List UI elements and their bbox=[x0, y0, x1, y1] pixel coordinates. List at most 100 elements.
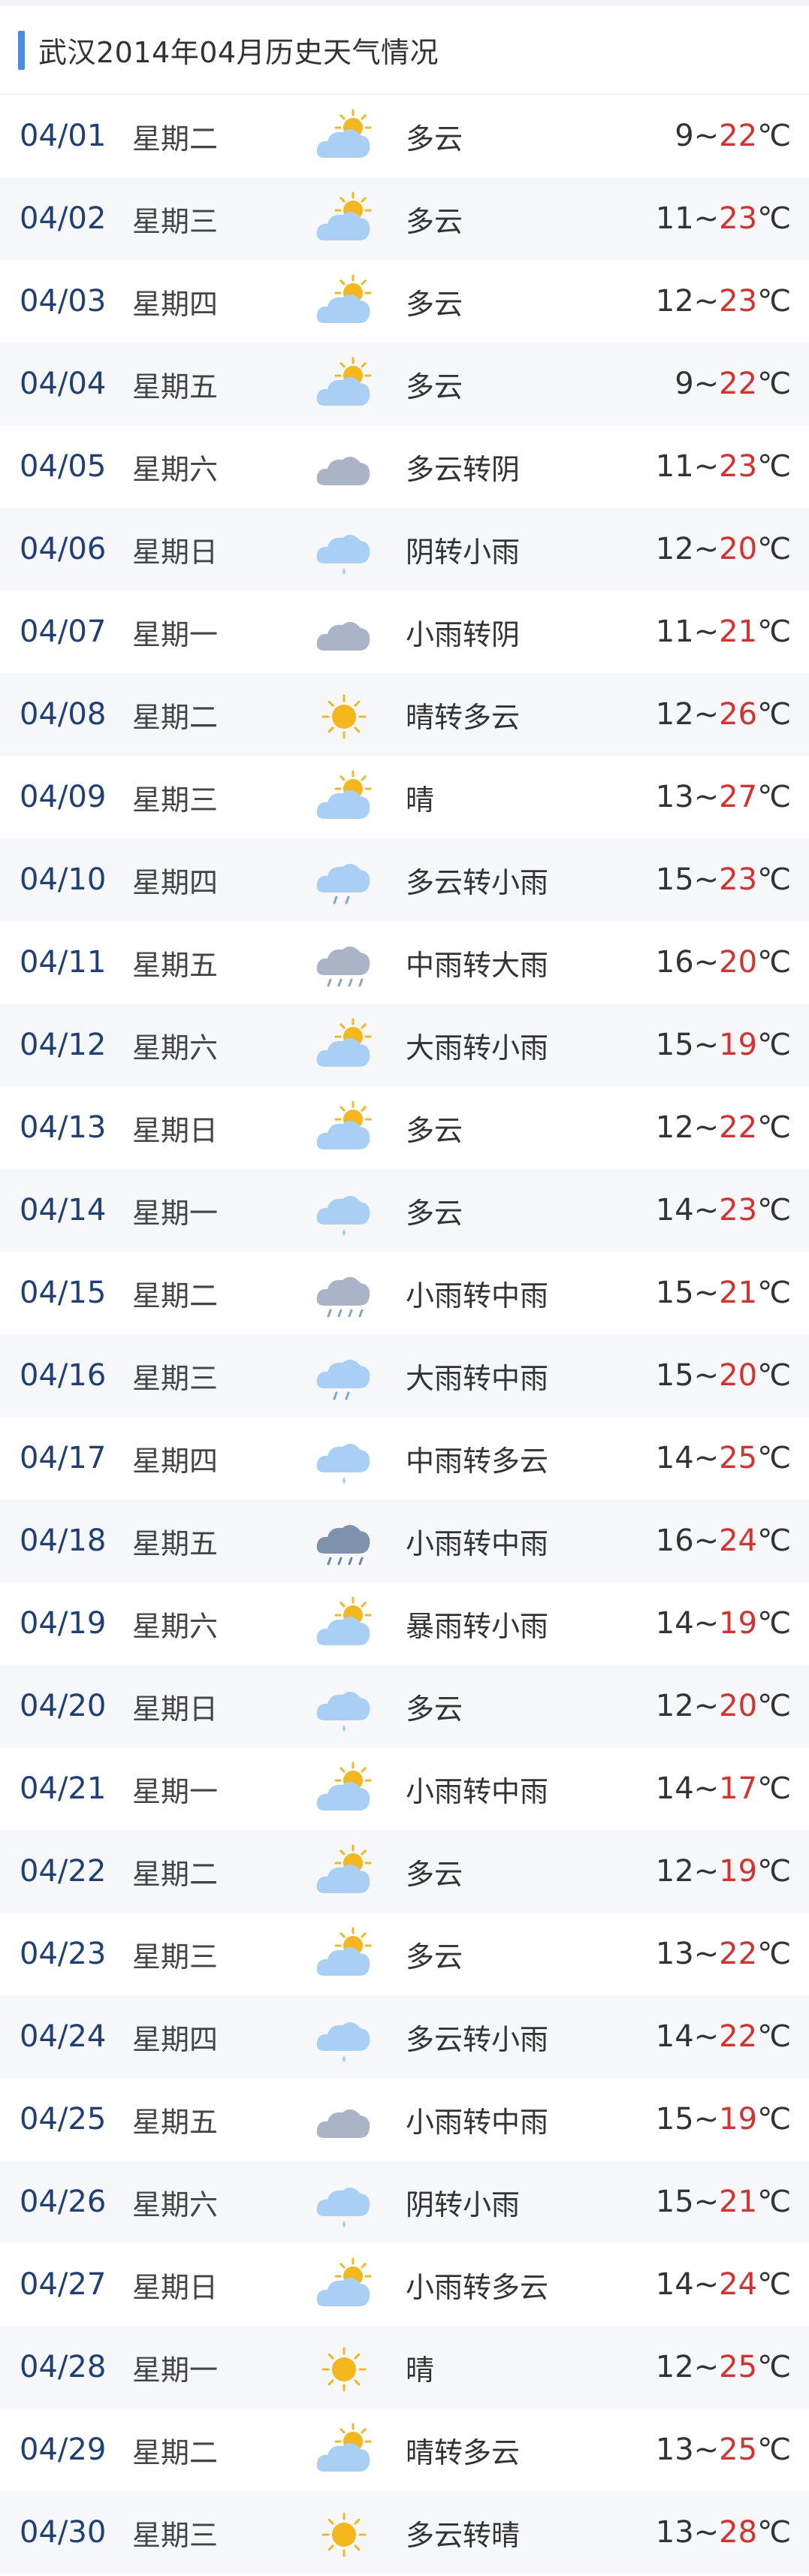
day-row[interactable]: 04/11 星期五 中雨转大雨 16~20℃ bbox=[0, 921, 809, 1004]
day-row[interactable]: 04/09 星期三 晴 13~27℃ bbox=[0, 756, 809, 838]
day-row[interactable]: 04/03 星期四 多云 12~23℃ bbox=[0, 260, 809, 343]
temp-sep: ~ bbox=[693, 532, 720, 566]
temp-high: 19 bbox=[719, 1854, 758, 1889]
temp-low: 15 bbox=[655, 2185, 694, 2219]
day-row[interactable]: 04/15 星期二 小雨转中雨 15~21℃ bbox=[0, 1252, 809, 1334]
day-row[interactable]: 04/08 星期二 晴转多云 12~26℃ bbox=[0, 673, 809, 756]
temp-low: 15 bbox=[655, 2102, 694, 2137]
day-weather-desc: 小雨转中雨 bbox=[406, 1279, 549, 1312]
temp-sep: ~ bbox=[693, 2350, 720, 2384]
temp-sep: ~ bbox=[693, 2267, 720, 2302]
day-weather-desc: 小雨转多云 bbox=[406, 2270, 549, 2304]
day-weekday: 星期三 bbox=[132, 2518, 219, 2552]
day-weekday: 星期五 bbox=[132, 1527, 219, 1560]
temp-unit: ℃ bbox=[757, 284, 791, 319]
day-temperature: 12~25℃ bbox=[656, 2350, 791, 2384]
day-row[interactable]: 04/25 星期五 小雨转中雨 15~19℃ bbox=[0, 2078, 809, 2161]
moderate-rain-icon bbox=[314, 1348, 374, 1408]
day-row[interactable]: 04/07 星期一 小雨转阴 11~21℃ bbox=[0, 590, 809, 673]
day-weekday: 星期五 bbox=[132, 370, 219, 403]
day-row[interactable]: 04/21 星期一 小雨转中雨 14~17℃ bbox=[0, 1747, 809, 1830]
day-row[interactable]: 04/06 星期日 阴转小雨 12~20℃ bbox=[0, 508, 809, 590]
day-row[interactable]: 04/27 星期日 小雨转多云 14~24℃ bbox=[0, 2243, 809, 2326]
day-date: 04/01 bbox=[20, 119, 107, 153]
temp-high: 22 bbox=[719, 367, 758, 401]
temp-unit: ℃ bbox=[757, 862, 791, 897]
light-rain-icon bbox=[314, 2009, 374, 2069]
day-weekday: 星期三 bbox=[132, 204, 219, 238]
day-row[interactable]: 04/02 星期三 多云 11~23℃ bbox=[0, 177, 809, 260]
day-row[interactable]: 04/04 星期五 多云 9~22℃ bbox=[0, 343, 809, 425]
day-date: 04/23 bbox=[20, 1937, 107, 1971]
day-date: 04/14 bbox=[20, 1193, 107, 1228]
day-row[interactable]: 04/24 星期四 多云转小雨 14~22℃ bbox=[0, 1995, 809, 2078]
day-temperature: 12~20℃ bbox=[656, 532, 791, 566]
day-row[interactable]: 04/30 星期三 多云转晴 13~28℃ bbox=[0, 2491, 809, 2574]
day-row[interactable]: 04/28 星期一 晴 12~25℃ bbox=[0, 2326, 809, 2408]
temp-high: 19 bbox=[719, 1028, 758, 1062]
temp-low: 13 bbox=[655, 2515, 694, 2550]
day-weekday: 星期二 bbox=[132, 1857, 219, 1891]
day-weekday: 星期六 bbox=[132, 1031, 219, 1065]
day-row[interactable]: 04/18 星期五 小雨转中雨 16~24℃ bbox=[0, 1499, 809, 1582]
partly-cloudy-icon bbox=[314, 108, 374, 168]
day-temperature: 12~22℃ bbox=[656, 1110, 791, 1145]
heavy-rain-icon bbox=[314, 1265, 374, 1325]
day-temperature: 15~21℃ bbox=[656, 1276, 791, 1310]
day-date: 04/12 bbox=[20, 1028, 107, 1062]
day-row[interactable]: 04/13 星期日 多云 12~22℃ bbox=[0, 1086, 809, 1169]
partly-cloudy-icon bbox=[314, 273, 374, 334]
day-date: 04/13 bbox=[20, 1110, 107, 1145]
day-temperature: 15~19℃ bbox=[656, 2102, 791, 2137]
day-row[interactable]: 04/22 星期二 多云 12~19℃ bbox=[0, 1830, 809, 1913]
temp-low: 11 bbox=[655, 201, 694, 236]
day-row[interactable]: 04/01 星期二 多云 9~22℃ bbox=[0, 95, 809, 177]
day-row[interactable]: 04/16 星期三 大雨转中雨 15~20℃ bbox=[0, 1334, 809, 1417]
day-row[interactable]: 04/26 星期六 阴转小雨 15~21℃ bbox=[0, 2161, 809, 2243]
day-row[interactable]: 04/20 星期日 多云 12~20℃ bbox=[0, 1665, 809, 1747]
temp-unit: ℃ bbox=[757, 1937, 791, 1971]
day-row[interactable]: 04/23 星期三 多云 13~22℃ bbox=[0, 1913, 809, 1995]
temp-sep: ~ bbox=[693, 2515, 720, 2550]
day-weather-desc: 多云 bbox=[406, 204, 463, 238]
day-row[interactable]: 04/29 星期二 晴转多云 13~25℃ bbox=[0, 2408, 809, 2491]
day-weather-desc: 多云转小雨 bbox=[406, 865, 549, 899]
day-weather-desc: 晴 bbox=[406, 2353, 435, 2387]
temp-sep: ~ bbox=[693, 284, 720, 319]
partly-cloudy-icon bbox=[314, 191, 374, 251]
temp-high: 22 bbox=[719, 119, 758, 153]
temp-sep: ~ bbox=[693, 862, 720, 897]
partly-cloudy-icon bbox=[314, 2422, 374, 2482]
day-row[interactable]: 04/19 星期六 暴雨转小雨 14~19℃ bbox=[0, 1582, 809, 1665]
day-temperature: 13~22℃ bbox=[656, 1937, 791, 1971]
day-row[interactable]: 04/12 星期六 大雨转小雨 15~19℃ bbox=[0, 1004, 809, 1086]
day-weekday: 星期一 bbox=[132, 618, 219, 651]
day-weather-desc: 多云 bbox=[406, 1113, 463, 1147]
partly-cloudy-icon bbox=[314, 1761, 374, 1821]
temp-high: 17 bbox=[719, 1771, 758, 1806]
day-row[interactable]: 04/05 星期六 多云转阴 11~23℃ bbox=[0, 425, 809, 508]
day-weather-desc: 晴转多云 bbox=[406, 2436, 521, 2469]
temp-unit: ℃ bbox=[757, 1276, 791, 1310]
day-weather-desc: 小雨转阴 bbox=[406, 618, 521, 651]
day-row[interactable]: 04/17 星期四 中雨转多云 14~25℃ bbox=[0, 1417, 809, 1499]
temp-low: 15 bbox=[655, 1028, 694, 1062]
temp-low: 15 bbox=[655, 1358, 694, 1393]
day-date: 04/09 bbox=[20, 780, 107, 814]
temp-high: 25 bbox=[719, 1441, 758, 1475]
day-weather-desc: 晴转多云 bbox=[406, 700, 521, 734]
day-temperature: 15~20℃ bbox=[656, 1358, 791, 1393]
day-date: 04/27 bbox=[20, 2267, 107, 2302]
temp-high: 26 bbox=[719, 697, 758, 732]
temp-sep: ~ bbox=[693, 945, 720, 980]
day-date: 04/22 bbox=[20, 1854, 107, 1889]
temp-low: 9 bbox=[675, 367, 694, 401]
partly-cloudy-icon bbox=[314, 1596, 374, 1656]
temp-high: 23 bbox=[719, 449, 758, 484]
temp-sep: ~ bbox=[693, 2102, 720, 2137]
day-weekday: 星期日 bbox=[132, 2270, 219, 2304]
day-date: 04/16 bbox=[20, 1358, 107, 1393]
day-row[interactable]: 04/14 星期一 多云 14~23℃ bbox=[0, 1169, 809, 1252]
day-row[interactable]: 04/10 星期四 多云转小雨 15~23℃ bbox=[0, 838, 809, 921]
temp-unit: ℃ bbox=[757, 119, 791, 153]
